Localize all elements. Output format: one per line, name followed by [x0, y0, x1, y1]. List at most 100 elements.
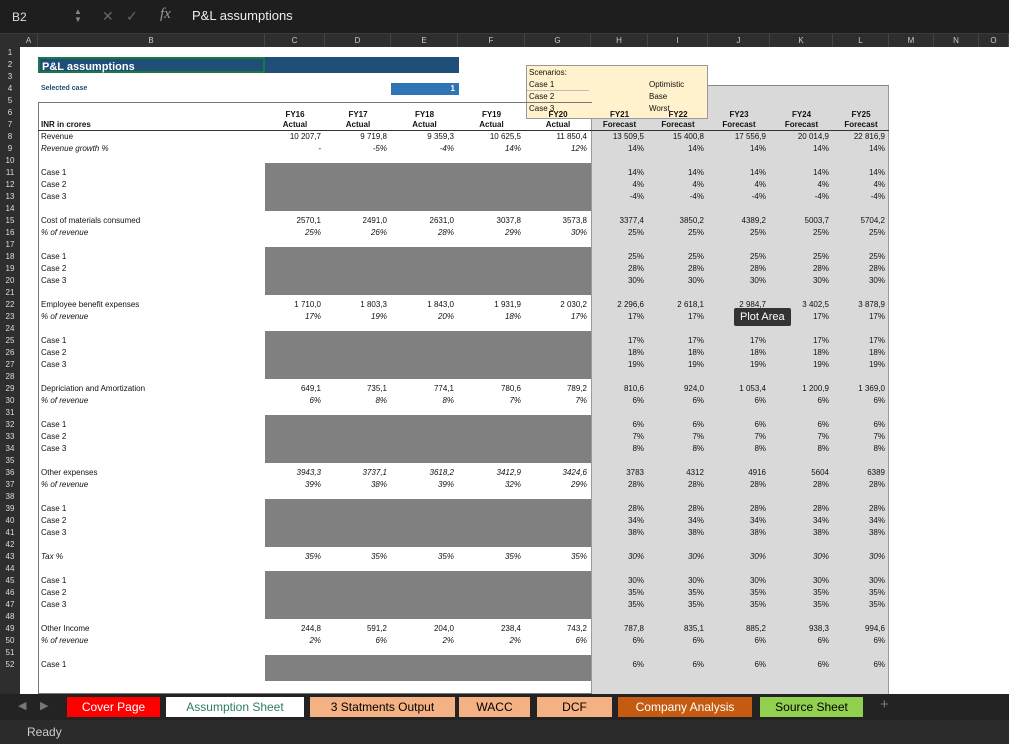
- case-cell[interactable]: 28%: [648, 503, 704, 515]
- ratio-cell[interactable]: 14%: [458, 143, 521, 155]
- value-cell[interactable]: 3783: [591, 467, 644, 479]
- case-cell[interactable]: 25%: [591, 251, 644, 263]
- case-cell[interactable]: 4%: [708, 179, 766, 191]
- row-header[interactable]: 2: [0, 59, 20, 71]
- case-cell[interactable]: 4%: [833, 179, 885, 191]
- row-header[interactable]: 52: [0, 659, 20, 671]
- tab-wacc[interactable]: WACC: [459, 697, 530, 717]
- case-cell[interactable]: 25%: [648, 251, 704, 263]
- ratio-cell[interactable]: 7%: [525, 395, 587, 407]
- case-cell[interactable]: 6%: [770, 419, 829, 431]
- case-cell[interactable]: 4%: [591, 179, 644, 191]
- case-cell[interactable]: 28%: [591, 263, 644, 275]
- row-header[interactable]: 45: [0, 575, 20, 587]
- tab-source-sheet[interactable]: Source Sheet: [760, 697, 863, 717]
- row-header[interactable]: 24: [0, 323, 20, 335]
- ratio-cell[interactable]: 28%: [648, 479, 704, 491]
- case-cell[interactable]: 6%: [833, 419, 885, 431]
- case-cell[interactable]: 35%: [648, 599, 704, 611]
- ratio-cell[interactable]: 14%: [648, 143, 704, 155]
- column-header-J[interactable]: J: [708, 34, 770, 47]
- case-cell[interactable]: 28%: [648, 263, 704, 275]
- row-header[interactable]: 6: [0, 107, 20, 119]
- row-header[interactable]: 33: [0, 431, 20, 443]
- row-header[interactable]: 32: [0, 419, 20, 431]
- case-cell[interactable]: 8%: [770, 443, 829, 455]
- case-cell[interactable]: 28%: [833, 503, 885, 515]
- ratio-cell[interactable]: 28%: [591, 479, 644, 491]
- case-cell[interactable]: 7%: [770, 431, 829, 443]
- value-cell[interactable]: 30%: [833, 551, 885, 563]
- ratio-cell[interactable]: 6%: [770, 635, 829, 647]
- case-cell[interactable]: 6%: [708, 419, 766, 431]
- row-header[interactable]: 14: [0, 203, 20, 215]
- ratio-cell[interactable]: 6%: [265, 395, 321, 407]
- case-cell[interactable]: 28%: [708, 503, 766, 515]
- value-cell[interactable]: 22 816,9: [833, 131, 885, 143]
- ratio-cell[interactable]: 25%: [648, 227, 704, 239]
- ratio-cell[interactable]: 39%: [265, 479, 321, 491]
- column-header-B[interactable]: B: [38, 34, 265, 47]
- value-cell[interactable]: 6389: [833, 467, 885, 479]
- value-cell[interactable]: 1 803,3: [325, 299, 387, 311]
- row-header[interactable]: 13: [0, 191, 20, 203]
- ratio-cell[interactable]: 6%: [525, 635, 587, 647]
- ratio-cell[interactable]: 6%: [591, 635, 644, 647]
- case-cell[interactable]: 19%: [770, 359, 829, 371]
- value-cell[interactable]: 810,6: [591, 383, 644, 395]
- case-cell[interactable]: 35%: [591, 587, 644, 599]
- case-cell[interactable]: 35%: [833, 599, 885, 611]
- column-header-G[interactable]: G: [525, 34, 591, 47]
- ratio-cell[interactable]: -4%: [391, 143, 454, 155]
- case-cell[interactable]: 28%: [770, 503, 829, 515]
- row-header[interactable]: 37: [0, 479, 20, 491]
- case-cell[interactable]: 25%: [833, 251, 885, 263]
- row-header[interactable]: 18: [0, 251, 20, 263]
- value-cell[interactable]: 789,2: [525, 383, 587, 395]
- value-cell[interactable]: 5003,7: [770, 215, 829, 227]
- row-header[interactable]: 30: [0, 395, 20, 407]
- row-header[interactable]: 25: [0, 335, 20, 347]
- ratio-cell[interactable]: 14%: [708, 143, 766, 155]
- value-cell[interactable]: 30%: [648, 551, 704, 563]
- value-cell[interactable]: 3424,6: [525, 467, 587, 479]
- value-cell[interactable]: 2 030,2: [525, 299, 587, 311]
- case-cell[interactable]: 4%: [648, 179, 704, 191]
- case-cell[interactable]: -4%: [770, 191, 829, 203]
- row-header[interactable]: 15: [0, 215, 20, 227]
- row-header[interactable]: 43: [0, 551, 20, 563]
- value-cell[interactable]: 3573,8: [525, 215, 587, 227]
- value-cell[interactable]: 2570,1: [265, 215, 321, 227]
- row-header[interactable]: 28: [0, 371, 20, 383]
- case-cell[interactable]: 30%: [833, 575, 885, 587]
- row-header[interactable]: 36: [0, 467, 20, 479]
- case-cell[interactable]: 30%: [591, 575, 644, 587]
- case-cell[interactable]: 35%: [708, 587, 766, 599]
- case-cell[interactable]: -4%: [833, 191, 885, 203]
- ratio-cell[interactable]: 17%: [648, 311, 704, 323]
- ratio-cell[interactable]: 39%: [391, 479, 454, 491]
- value-cell[interactable]: 35%: [265, 551, 321, 563]
- case-cell[interactable]: 25%: [708, 251, 766, 263]
- case-cell[interactable]: 30%: [648, 275, 704, 287]
- ratio-cell[interactable]: 2%: [458, 635, 521, 647]
- case-cell[interactable]: -4%: [708, 191, 766, 203]
- formula-input[interactable]: P&L assumptions: [192, 8, 293, 23]
- value-cell[interactable]: 5704,2: [833, 215, 885, 227]
- value-cell[interactable]: 30%: [770, 551, 829, 563]
- row-header[interactable]: 38: [0, 491, 20, 503]
- ratio-cell[interactable]: 28%: [391, 227, 454, 239]
- column-header-M[interactable]: M: [889, 34, 934, 47]
- case-cell[interactable]: 38%: [833, 527, 885, 539]
- case-cell[interactable]: 6%: [708, 659, 766, 671]
- row-header[interactable]: 31: [0, 407, 20, 419]
- ratio-cell[interactable]: 14%: [833, 143, 885, 155]
- column-header-K[interactable]: K: [770, 34, 833, 47]
- case-cell[interactable]: 7%: [591, 431, 644, 443]
- ratio-cell[interactable]: 6%: [591, 395, 644, 407]
- ratio-cell[interactable]: 17%: [591, 311, 644, 323]
- case-cell[interactable]: 17%: [648, 335, 704, 347]
- ratio-cell[interactable]: 6%: [648, 395, 704, 407]
- enter-icon[interactable]: ✓: [126, 8, 138, 25]
- ratio-cell[interactable]: 17%: [833, 311, 885, 323]
